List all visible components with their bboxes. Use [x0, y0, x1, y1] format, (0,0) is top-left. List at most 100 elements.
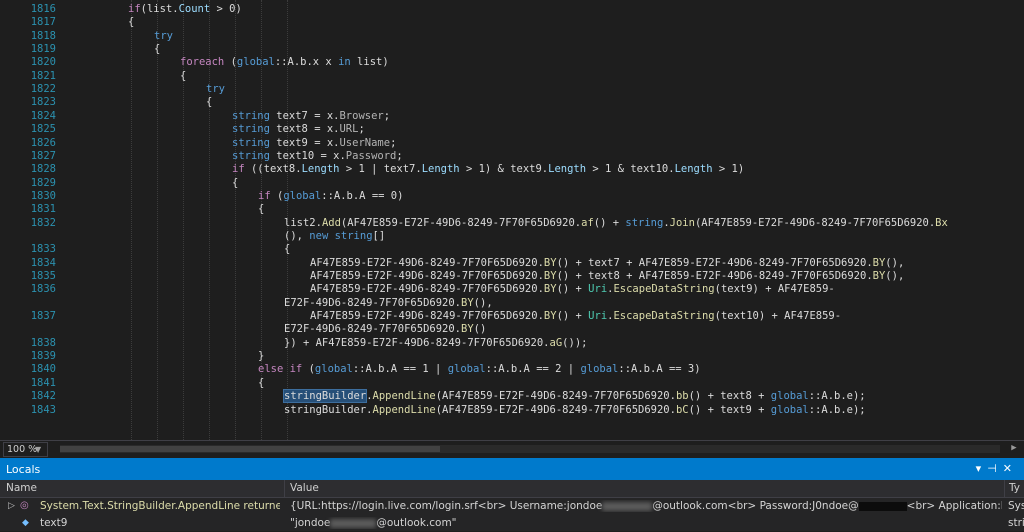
line-number: 1832	[30, 216, 56, 229]
code-token: foreach	[180, 56, 225, 69]
code-line[interactable]: if ((text8.Length > 1 | text7.Length > 1…	[232, 163, 744, 176]
code-token: () +	[556, 283, 589, 296]
line-number: 1828	[30, 163, 56, 176]
code-line[interactable]: string text9 = x.UserName;	[232, 137, 396, 150]
code-token: AF47E859-E72F-49D6-8249-7F70F65D6920.	[310, 270, 544, 282]
code-token: if	[128, 3, 141, 15]
variable-type: Sys	[1008, 500, 1024, 512]
code-line[interactable]: {	[206, 96, 212, 109]
code-token: (AF47E859-E72F-49D6-8249-7F70F65D6920.	[435, 403, 676, 416]
scrollbar-thumb[interactable]	[60, 446, 440, 452]
locals-row[interactable]: ◆ text9 "jondoe @outlook.com" stri	[0, 515, 1024, 532]
panel-title: Locals	[6, 463, 41, 476]
code-token: AppendLine	[372, 403, 436, 416]
code-token: BY	[543, 256, 557, 269]
code-token: (),	[885, 270, 905, 282]
code-token: []	[372, 229, 386, 242]
line-number: 1829	[30, 176, 56, 189]
zoom-selector[interactable]: 100 % ▼	[3, 442, 48, 457]
line-number: 1827	[30, 149, 56, 162]
code-token: global	[770, 403, 809, 416]
code-line[interactable]: if (global::A.b.A == 0)	[258, 190, 403, 203]
code-line[interactable]: {	[128, 16, 134, 29]
horizontal-scrollbar[interactable]	[60, 445, 1000, 453]
column-header: Name Value Ty	[0, 480, 1024, 498]
code-token: (list.	[140, 3, 179, 15]
field-icon: ◆	[22, 518, 29, 528]
code-line[interactable]: try	[154, 30, 173, 43]
chevron-down-icon: ▼	[35, 445, 42, 454]
code-token: ());	[562, 336, 588, 349]
code-token: {	[154, 43, 161, 56]
locals-row[interactable]: ▷ ◎ System.Text.StringBuilder.AppendLine…	[0, 498, 1024, 515]
code-line[interactable]: stringBuilder.AppendLine(AF47E859-E72F-4…	[284, 404, 866, 417]
code-line[interactable]: list2.Add(AF47E859-E72F-49D6-8249-7F70F6…	[284, 217, 948, 230]
code-token: AppendLine	[372, 390, 436, 403]
code-token: try	[206, 83, 225, 96]
pin-icon[interactable]: ⊣	[987, 462, 1003, 475]
line-number-gutter: 1816 1817 1818 1819 1820 1821 1822 1823 1824 1825…	[0, 0, 62, 440]
line-number: 1819	[30, 43, 56, 56]
code-token: else if	[258, 363, 303, 376]
code-line[interactable]: string text7 = x.Browser;	[232, 110, 390, 123]
code-token: global	[580, 363, 619, 376]
locals-panel: Locals ▾⊣✕ Name Value Ty ▷ ◎ System.Text…	[0, 458, 1024, 531]
code-token: EscapeDataString	[613, 283, 715, 296]
code-line[interactable]: foreach (global::A.b.x x in list)	[180, 56, 389, 69]
line-number: 1823	[30, 96, 56, 109]
code-line[interactable]: stringBuilder.AppendLine(AF47E859-E72F-4…	[282, 389, 866, 404]
code-token: in	[338, 56, 351, 69]
code-token: aG	[549, 336, 563, 349]
value-column-header[interactable]: Value	[290, 482, 319, 494]
code-token: AF47E859-E72F-49D6-8249-7F70F65D6920.	[310, 256, 544, 269]
code-line[interactable]: {	[154, 43, 160, 56]
code-token: global	[770, 390, 809, 403]
code-line[interactable]: E72F-49D6-8249-7F70F65D6920.BY()	[284, 323, 486, 336]
code-token: (AF47E859-E72F-49D6-8249-7F70F65D6920.	[435, 390, 676, 403]
code-line[interactable]: {	[258, 377, 264, 390]
indent-guide	[157, 0, 159, 440]
line-number: 1821	[30, 69, 56, 82]
code-token: ::A.b.x x	[274, 56, 339, 69]
code-line[interactable]: E72F-49D6-8249-7F70F65D6920.BY(),	[284, 297, 493, 310]
scroll-right-icon[interactable]: ▶	[1006, 441, 1022, 456]
code-editor[interactable]: 1816 1817 1818 1819 1820 1821 1822 1823 1824 1825…	[0, 0, 1024, 440]
code-line[interactable]: if(list.Count > 0)	[128, 3, 242, 16]
line-number: 1837	[30, 310, 56, 323]
code-line[interactable]: {	[284, 243, 290, 256]
column-divider[interactable]	[1004, 480, 1005, 497]
expand-arrow-icon[interactable]: ▷	[8, 501, 15, 511]
code-token: > 1)	[712, 163, 745, 176]
chevron-down-icon[interactable]: ▾	[976, 462, 988, 475]
name-column-header[interactable]: Name	[6, 482, 37, 494]
code-line[interactable]: (), new string[]	[284, 230, 385, 243]
code-token: {	[206, 96, 213, 109]
code-token: list2.	[284, 216, 322, 229]
code-line[interactable]: AF47E859-E72F-49D6-8249-7F70F65D6920.BY(…	[310, 257, 904, 270]
code-line[interactable]: else if (global::A.b.A == 1 | global::A.…	[258, 363, 701, 376]
code-token: string	[625, 216, 664, 229]
close-icon[interactable]: ✕	[1003, 462, 1018, 475]
code-token: BY	[461, 323, 474, 336]
code-line[interactable]: AF47E859-E72F-49D6-8249-7F70F65D6920.BY(…	[310, 310, 841, 323]
line-number: 1820	[30, 56, 56, 69]
code-line[interactable]: string text10 = x.Password;	[232, 150, 403, 163]
code-line[interactable]: }	[258, 350, 264, 363]
code-line[interactable]: {	[258, 203, 264, 216]
type-column-header[interactable]: Ty	[1009, 482, 1020, 494]
code-line[interactable]: }) + AF47E859-E72F-49D6-8249-7F70F65D692…	[284, 337, 587, 350]
code-line[interactable]: string text8 = x.URL;	[232, 123, 365, 136]
code-line[interactable]: AF47E859-E72F-49D6-8249-7F70F65D6920.BY(…	[310, 270, 904, 283]
code-token: Length	[421, 163, 460, 176]
code-token: Uri	[588, 310, 608, 323]
code-line[interactable]: try	[206, 83, 225, 96]
redacted-text	[330, 518, 377, 528]
code-line[interactable]: {	[232, 177, 238, 190]
code-token: }) + AF47E859-E72F-49D6-8249-7F70F65D692…	[284, 336, 550, 349]
indent-guide	[131, 0, 133, 440]
code-token: try	[154, 29, 173, 42]
code-line[interactable]: AF47E859-E72F-49D6-8249-7F70F65D6920.BY(…	[310, 283, 835, 296]
column-divider[interactable]	[284, 480, 285, 497]
line-number: 1839	[30, 350, 56, 363]
code-line[interactable]: {	[180, 70, 186, 83]
